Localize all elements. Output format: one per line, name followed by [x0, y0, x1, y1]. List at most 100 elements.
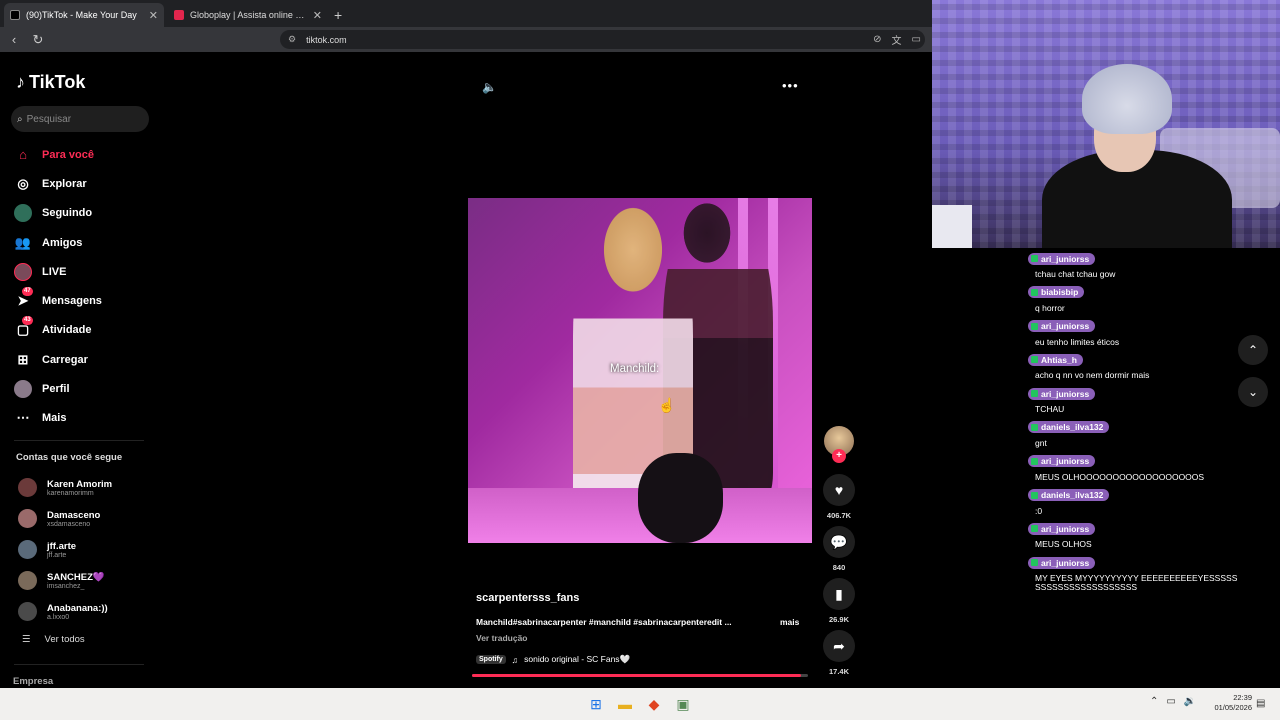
- tiktok-favicon-icon: [10, 10, 20, 20]
- see-all-label: Ver todos: [44, 634, 85, 645]
- list-item[interactable]: Karen Amorim karenamorimm: [18, 472, 158, 503]
- translate-link[interactable]: Ver tradução: [476, 633, 528, 643]
- chat-message: ari_juniorss eu tenho limites éticos: [1028, 316, 1240, 350]
- sidebar-item-label: Atividade: [42, 324, 92, 337]
- chat-message: ari_juniorss MEUS OLHOS: [1028, 518, 1240, 552]
- list-item[interactable]: jff.arte jff.arte: [18, 534, 158, 565]
- sidebar-item-label: Perfil: [42, 383, 70, 396]
- sidebar-item-label: Explorar: [42, 177, 87, 190]
- see-all-button[interactable]: ☰ Ver todos: [22, 634, 85, 645]
- plus-icon[interactable]: +: [334, 3, 342, 27]
- tiktok-note-icon: ♪: [16, 72, 25, 92]
- translate-icon[interactable]: 文: [892, 32, 902, 47]
- windows-start-icon[interactable]: ⊞: [586, 694, 606, 714]
- home-icon: ⌂: [19, 147, 27, 163]
- more-options-icon[interactable]: •••: [782, 78, 799, 93]
- list-item[interactable]: Damasceno xsdamasceno: [18, 503, 158, 534]
- sidebar-item-explorar[interactable]: ◎ Explorar: [14, 169, 154, 198]
- sidebar-item-perfil[interactable]: Perfil: [14, 374, 154, 403]
- url-field[interactable]: ⚙ tiktok.com ⊘ 文 ▭: [280, 30, 925, 49]
- chat-username-text: ari_juniorss: [1041, 523, 1090, 534]
- chat-message: daniels_ilva132 gnt: [1028, 417, 1240, 451]
- video-player[interactable]: Manchild: ☝: [468, 198, 812, 543]
- profile-icon: [14, 380, 32, 399]
- close-icon[interactable]: ✕: [149, 9, 158, 22]
- sub-badge-icon: [1031, 491, 1038, 499]
- list-item[interactable]: SANCHEZ💜 imsanchez_: [18, 565, 158, 596]
- chat-username: biabisbip: [1028, 286, 1085, 299]
- search-icon: ⌕: [17, 113, 23, 125]
- divider: [14, 664, 144, 665]
- sidebar-item-amigos[interactable]: 👥 Amigos: [14, 228, 154, 257]
- chat-text: TCHAU: [1035, 404, 1065, 415]
- next-video-button[interactable]: ⌄: [1238, 377, 1268, 407]
- video-feed: 🔈 ••• Manchild: ☝ scarpentersss_fans Man…: [160, 52, 932, 688]
- music-row[interactable]: Spotify ♫ sonido original - SC Fans🤍: [476, 654, 630, 665]
- brave-browser-icon[interactable]: ◆: [644, 694, 664, 714]
- sidebar-item-atividade[interactable]: ▢ 43 Atividade: [14, 316, 154, 345]
- sub-badge-icon: [1031, 525, 1038, 533]
- like-button[interactable]: ♥ 406.7K: [820, 474, 858, 520]
- back-icon[interactable]: ‹: [4, 32, 24, 47]
- notification-icon[interactable]: ▤: [1256, 698, 1265, 709]
- heart-icon: ♥: [823, 474, 855, 506]
- more-icon: ⋯: [16, 410, 30, 426]
- save-button[interactable]: ▮ 26.9K: [820, 578, 858, 624]
- sub-badge-icon: [1031, 423, 1038, 431]
- footer-link-empresa[interactable]: Empresa: [13, 676, 53, 687]
- mute-site-icon[interactable]: ⊘: [873, 34, 881, 45]
- hand-cursor-icon: ☝: [658, 397, 676, 413]
- live-icon: [14, 262, 32, 281]
- sidebar-item-live[interactable]: LIVE: [14, 257, 154, 286]
- file-explorer-icon[interactable]: ▬: [615, 694, 635, 714]
- tab-globoplay[interactable]: Globoplay | Assista online aos progra...…: [168, 3, 328, 27]
- chevron-down-icon: ⌄: [1247, 385, 1259, 399]
- globoplay-favicon-icon: [174, 10, 184, 20]
- account-name: Karen Amorim: [47, 478, 113, 490]
- close-icon[interactable]: ✕: [313, 9, 322, 22]
- comment-button[interactable]: 💬 840: [820, 526, 858, 572]
- chat-username-text: ari_juniorss: [1041, 456, 1090, 467]
- video-progress-bar[interactable]: [472, 674, 808, 677]
- webcam-overlay: [932, 0, 1280, 248]
- previous-video-button[interactable]: ⌃: [1238, 335, 1268, 365]
- progress-fill: [472, 674, 802, 677]
- system-clock[interactable]: 22:39 01/05/2026: [1204, 693, 1252, 713]
- chat-message: ari_juniorss TCHAU: [1028, 383, 1240, 417]
- more-link[interactable]: mais: [780, 617, 799, 627]
- chat-text: q horror: [1035, 302, 1065, 313]
- tiktok-logo[interactable]: ♪ TikTok: [16, 72, 85, 93]
- follow-plus-icon[interactable]: +: [832, 449, 846, 463]
- site-info-icon[interactable]: ⚙: [288, 34, 296, 45]
- comment-icon: 💬: [823, 526, 855, 558]
- share-button[interactable]: ➦ 17.4K: [820, 630, 858, 676]
- sub-badge-icon: [1031, 457, 1038, 465]
- divider: [14, 440, 144, 441]
- sidebar-item-seguindo[interactable]: Seguindo: [14, 199, 154, 228]
- volume-icon[interactable]: 🔈: [482, 80, 497, 94]
- network-icon[interactable]: ▭: [1166, 696, 1175, 707]
- volume-icon[interactable]: 🔉: [1184, 696, 1196, 707]
- search-input[interactable]: ⌕ Pesquisar: [11, 106, 149, 132]
- app-icon[interactable]: ▣: [673, 694, 693, 714]
- tab-tiktok[interactable]: (90)TikTok - Make Your Day ✕: [4, 3, 164, 27]
- sidebar-item-mensagens[interactable]: ➤ 47 Mensagens: [14, 286, 154, 315]
- sidebar-item-mais[interactable]: ⋯ Mais: [14, 404, 154, 433]
- chat-username-text: ari_juniorss: [1041, 388, 1090, 399]
- sidebar-item-para-voce[interactable]: ⌂ Para você: [14, 140, 154, 169]
- sidebar-item-carregar[interactable]: ⊞ Carregar: [14, 345, 154, 374]
- chat-message: Ahtias_h acho q nn vo nem dormir mais: [1028, 349, 1240, 383]
- video-speaker: [638, 453, 723, 543]
- cast-icon[interactable]: ▭: [912, 34, 921, 45]
- chevron-up-icon[interactable]: ⌃: [1150, 696, 1158, 707]
- avatar: [18, 540, 37, 559]
- clock-time: 22:39: [1233, 693, 1252, 702]
- reload-icon[interactable]: ↻: [28, 32, 48, 48]
- spotify-badge[interactable]: Spotify: [476, 655, 506, 664]
- chat-text: MEUS OLHOS: [1035, 539, 1092, 550]
- system-tray: ⌃ ▭ 🔉: [1150, 696, 1196, 707]
- chat-username: ari_juniorss: [1028, 556, 1096, 569]
- video-author[interactable]: scarpentersss_fans: [476, 592, 579, 604]
- tiktok-sidebar: ♪ TikTok ⌕ Pesquisar ⌂ Para você ◎ Explo…: [0, 52, 160, 688]
- list-item[interactable]: Anabanana:)) a.lxxo0: [18, 596, 158, 627]
